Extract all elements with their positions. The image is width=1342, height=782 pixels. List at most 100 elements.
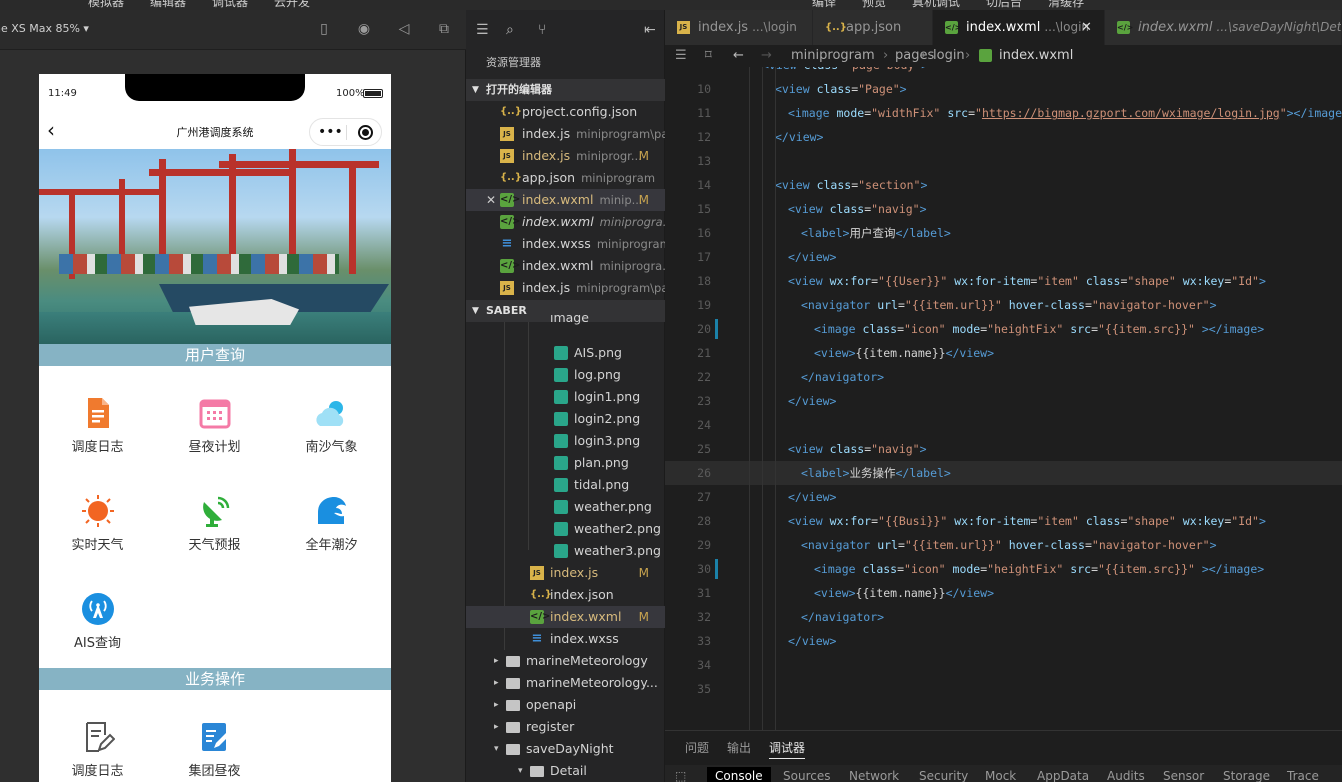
- tree-item[interactable]: JS index.js M: [466, 562, 665, 584]
- tree-item[interactable]: {..} index.json: [466, 584, 665, 606]
- devtools-tab[interactable]: Security: [919, 769, 968, 782]
- breadcrumb-item[interactable]: index.wxml: [999, 45, 1073, 67]
- tree-item[interactable]: plan.png: [466, 452, 665, 474]
- top-menu-item[interactable]: 编辑器: [150, 0, 186, 10]
- chevron-right-icon[interactable]: ▸: [494, 672, 499, 694]
- devtools-tab[interactable]: Network: [849, 769, 899, 782]
- top-menu-action[interactable]: 预览: [862, 0, 886, 10]
- devtools-tab[interactable]: Mock: [985, 769, 1016, 782]
- grid-item-dispatch-log-edit[interactable]: 调度日志: [39, 720, 156, 782]
- tree-item[interactable]: weather2.png: [466, 518, 665, 540]
- tree-item[interactable]: ▸ marineMeteorology...: [466, 672, 665, 694]
- phone-icon[interactable]: ▯: [316, 21, 332, 37]
- close-icon[interactable]: ✕: [486, 189, 496, 211]
- files-icon[interactable]: ☰: [476, 22, 489, 38]
- volume-icon[interactable]: ◁: [396, 21, 412, 37]
- chevron-down-icon[interactable]: ▾: [518, 760, 523, 782]
- top-menu-item[interactable]: 调试器: [212, 0, 248, 10]
- grid-item-nansha-weather[interactable]: 南沙气象: [273, 396, 390, 476]
- code-area[interactable]: <view class="page-body"> 10 <view class="P…: [665, 67, 1342, 730]
- grid-item-dispatch-log[interactable]: 调度日志: [39, 396, 156, 476]
- open-editor-item[interactable]: JS index.js miniprogr... M: [466, 145, 665, 167]
- tree-item[interactable]: weather.png: [466, 496, 665, 518]
- bookmark-icon[interactable]: ⌑: [705, 45, 712, 67]
- tree-item[interactable]: ▸ register: [466, 716, 665, 738]
- outline-icon[interactable]: ☰: [675, 45, 687, 67]
- open-editor-item[interactable]: ≡ index.wxssminiprogram...: [466, 233, 665, 255]
- chevron-right-icon[interactable]: ▸: [494, 694, 499, 716]
- grid-item-ais-query[interactable]: AIS查询: [39, 592, 156, 672]
- panel-tab-debugger[interactable]: 调试器: [769, 739, 806, 759]
- chevron-right-icon[interactable]: ▸: [494, 650, 499, 672]
- grid-item-weather-forecast[interactable]: 天气预报: [156, 494, 273, 574]
- devtools-tab[interactable]: Storage: [1223, 769, 1270, 782]
- close-icon[interactable]: ✕: [1081, 10, 1092, 45]
- tree-item[interactable]: tidal.png: [466, 474, 665, 496]
- editor-tab[interactable]: {..} app.json: [813, 10, 933, 45]
- panel-tab-problems[interactable]: 问题: [685, 739, 709, 756]
- tree-item[interactable]: weather3.png: [466, 540, 665, 562]
- back-icon[interactable]: ←: [733, 45, 744, 67]
- file-name: saveDayNight: [526, 741, 614, 756]
- open-editor-item[interactable]: JS index.jsminiprogram\pa...: [466, 277, 665, 299]
- breadcrumb-item[interactable]: login: [933, 45, 965, 67]
- code-line: 29 <navigator url="{{item.url}}" hover-cl…: [665, 533, 1342, 557]
- capsule-menu[interactable]: •••: [309, 118, 382, 146]
- editor-tab[interactable]: </> index.wxml ...\saveDayNight\Detail: [1105, 10, 1342, 45]
- tree-item[interactable]: ▸ marineMeteorology: [466, 650, 665, 672]
- devtools-tab[interactable]: Console: [707, 767, 771, 782]
- grid-item-live-weather[interactable]: 实时天气: [39, 494, 156, 574]
- tree-item[interactable]: login1.png: [466, 386, 665, 408]
- grid-item-annual-tide[interactable]: 全年潮汐: [273, 494, 390, 574]
- file-name: image: [550, 314, 589, 325]
- tree-item[interactable]: image: [466, 314, 665, 326]
- top-menu-action[interactable]: 切后台: [986, 0, 1022, 10]
- chevron-right-icon[interactable]: ▸: [494, 716, 499, 738]
- inspect-icon[interactable]: ⬚: [675, 769, 686, 782]
- line-source: <view class="page-body">: [762, 67, 928, 77]
- tree-item[interactable]: login3.png: [466, 430, 665, 452]
- editor-tab[interactable]: </> index.wxml ...\login ✕: [933, 10, 1105, 45]
- open-editors-header[interactable]: ▼ 打开的编辑器: [466, 79, 665, 101]
- devtools-tab[interactable]: Trace: [1287, 769, 1319, 782]
- breadcrumb-item[interactable]: miniprogram: [791, 45, 875, 67]
- open-editor-item[interactable]: ✕ </> index.wxml minip... M: [466, 189, 665, 211]
- tree-item[interactable]: ▾ saveDayNight: [466, 738, 665, 760]
- devtools-tab[interactable]: Sources: [783, 769, 830, 782]
- window-icon[interactable]: ⧉: [436, 21, 452, 37]
- open-editor-item[interactable]: {..} app.json miniprogram: [466, 167, 665, 189]
- tree-item[interactable]: login2.png: [466, 408, 665, 430]
- search-icon[interactable]: ⌕: [506, 22, 514, 38]
- top-menu-item[interactable]: 云开发: [274, 0, 310, 10]
- chevron-down-icon[interactable]: ▾: [494, 738, 499, 760]
- devtools-tab[interactable]: AppData: [1037, 769, 1089, 782]
- tree-item[interactable]: AIS.png: [466, 342, 665, 364]
- open-editor-item[interactable]: </>index.wxmlminiprogra...: [466, 211, 665, 233]
- record-icon[interactable]: ◉: [356, 21, 372, 37]
- devtools-tab[interactable]: Audits: [1107, 769, 1145, 782]
- open-editor-item[interactable]: {..} project.config.json: [466, 101, 665, 123]
- tree-item[interactable]: log.png: [466, 364, 665, 386]
- grid-item-day-night-plan[interactable]: 昼夜计划: [156, 396, 273, 476]
- tree-item[interactable]: ≡ index.wxss: [466, 628, 665, 650]
- collapse-panel-icon[interactable]: ⇤: [644, 22, 656, 38]
- tree-item[interactable]: ▸ openapi: [466, 694, 665, 716]
- editor-tab[interactable]: JS index.js ...\login: [665, 10, 813, 45]
- top-menu-item[interactable]: 模拟器: [88, 0, 124, 10]
- devtools-tab[interactable]: Sensor: [1163, 769, 1204, 782]
- panel-tab-output[interactable]: 输出: [727, 739, 751, 756]
- tree-item[interactable]: </> index.wxml M: [466, 606, 665, 628]
- more-dots-icon[interactable]: •••: [318, 124, 343, 140]
- source-control-icon[interactable]: ⑂: [538, 22, 546, 38]
- open-editor-item[interactable]: JS index.jsminiprogram\pa...: [466, 123, 665, 145]
- grid-item-group-day-night[interactable]: 集团昼夜: [156, 720, 273, 782]
- tree-item[interactable]: ▾ Detail: [466, 760, 665, 782]
- top-menu-action[interactable]: 编译: [812, 0, 836, 10]
- close-target-icon[interactable]: [358, 125, 373, 140]
- breadcrumb-item[interactable]: pages: [895, 45, 934, 67]
- top-menu-action[interactable]: 真机调试: [912, 0, 960, 10]
- top-menu-action[interactable]: 清缓存: [1048, 0, 1084, 10]
- forward-icon[interactable]: →: [761, 45, 772, 67]
- open-editor-item[interactable]: </>index.wxmlminiprogra...: [466, 255, 665, 277]
- device-selector[interactable]: ne XS Max 85% ▾: [0, 22, 89, 35]
